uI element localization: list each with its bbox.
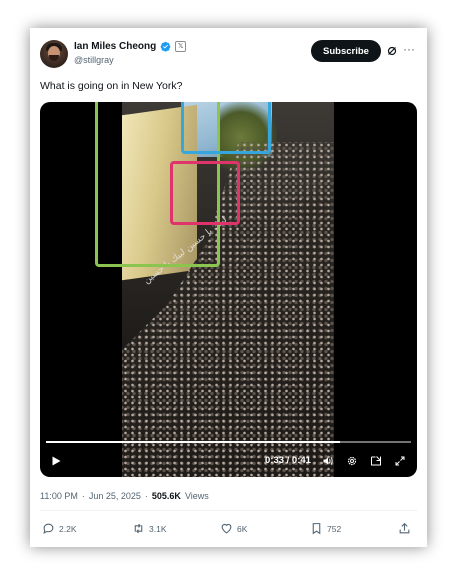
views-label: Views	[184, 491, 209, 501]
repost-icon	[134, 523, 143, 534]
post-time[interactable]: 11:00 PM	[40, 491, 78, 501]
repost-count: 3.1K	[149, 523, 167, 534]
author-row: Ian Miles Cheong 𝕏	[74, 41, 187, 52]
video-player[interactable]: لبيك يا حسين لبيك يا حسين 0:33 / 0:41	[40, 102, 417, 477]
reply-icon	[43, 523, 54, 534]
video-scrubber[interactable]	[46, 441, 411, 443]
bookmark-count: 752	[327, 523, 342, 534]
tweet-text: What is going on in New York?	[40, 80, 183, 92]
play-icon[interactable]	[50, 455, 62, 467]
author-display-name[interactable]: Ian Miles Cheong	[74, 41, 156, 52]
meta-separator: ·	[81, 491, 85, 501]
post-date[interactable]: Jun 25, 2025	[89, 491, 141, 501]
bookmark-button[interactable]: 752	[310, 522, 341, 535]
reply-count: 2.2K	[59, 523, 77, 534]
volume-icon[interactable]	[322, 455, 334, 467]
tweet-meta: 11:00 PM · Jun 25, 2025 · 505.6K Views	[40, 491, 209, 501]
author-handle[interactable]: @stillgray	[74, 55, 114, 65]
avatar[interactable]	[40, 40, 68, 68]
annotation-box-blue	[181, 102, 271, 154]
grok-icon[interactable]	[386, 45, 398, 57]
fullscreen-icon[interactable]	[394, 455, 406, 467]
tweet-card: Ian Miles Cheong 𝕏 @stillgray Subscribe …	[30, 28, 427, 547]
scrubber-progress	[46, 441, 340, 443]
more-options-icon[interactable]: ···	[403, 42, 415, 56]
repost-button[interactable]: 3.1K	[132, 522, 167, 535]
annotation-box-pink	[170, 161, 240, 225]
share-button[interactable]	[398, 522, 411, 535]
like-count: 6K	[237, 523, 248, 534]
views-count: 505.6K	[151, 491, 181, 501]
like-button[interactable]: 6K	[220, 522, 247, 535]
reply-button[interactable]: 2.2K	[42, 522, 77, 535]
action-bar: 2.2K 3.1K 6K 752	[40, 522, 417, 538]
share-icon	[399, 522, 410, 534]
bookmark-icon	[312, 523, 321, 535]
meta-separator-2: ·	[144, 491, 148, 501]
subscribe-button[interactable]: Subscribe	[311, 40, 381, 62]
divider	[40, 510, 417, 511]
heart-icon	[221, 523, 232, 534]
verified-badge-icon[interactable]	[160, 41, 171, 52]
affiliation-badge-icon[interactable]: 𝕏	[175, 41, 187, 52]
settings-gear-icon[interactable]	[346, 455, 358, 467]
video-time: 0:33 / 0:41	[265, 455, 311, 466]
picture-in-picture-icon[interactable]	[370, 455, 382, 467]
